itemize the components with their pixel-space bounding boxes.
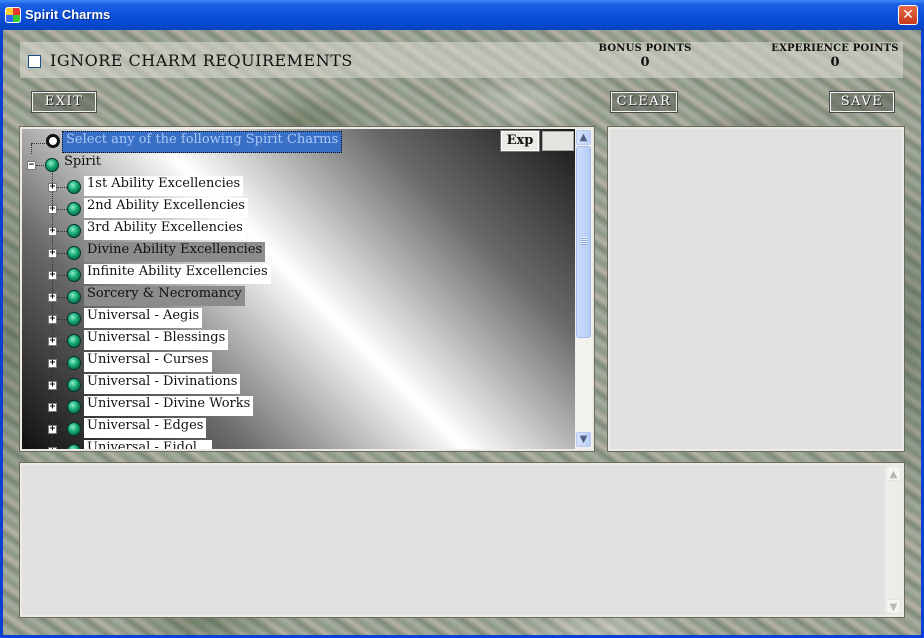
tree-connector — [31, 143, 47, 144]
tree-item[interactable]: Universal - Divine Works — [84, 396, 254, 416]
expand-icon[interactable]: + — [48, 183, 57, 192]
expand-icon[interactable]: + — [48, 293, 57, 302]
tree-header[interactable]: Select any of the following Spirit Charm… — [62, 131, 343, 153]
experience-points-value: 0 — [830, 55, 840, 70]
gem-icon — [67, 290, 81, 304]
experience-points: Experience Points 0 — [770, 43, 900, 70]
tree-connector — [31, 144, 32, 154]
tree-item[interactable]: Universal - Aegis — [84, 308, 203, 328]
scroll-up-icon[interactable]: ▲ — [576, 130, 591, 145]
tree-root-spirit[interactable]: Spirit — [61, 154, 104, 174]
tree-item[interactable]: Universal - Blessings — [84, 330, 229, 350]
client-area: Ignore Charm Requirements Bonus Points 0… — [3, 30, 921, 635]
ignore-requirements-checkbox[interactable] — [28, 55, 41, 68]
tree-connector — [57, 341, 67, 342]
bonus-points-value: 0 — [640, 55, 650, 70]
gem-icon — [67, 356, 81, 370]
tree-item[interactable]: Divine Ability Excellencies — [84, 242, 266, 262]
expand-icon[interactable]: + — [48, 425, 57, 434]
tree-item[interactable]: Infinite Ability Excellencies — [84, 264, 271, 284]
exp-button[interactable]: Exp — [500, 130, 540, 152]
select-radio-icon[interactable] — [46, 134, 60, 148]
close-button[interactable]: ✕ — [898, 5, 918, 25]
tree-connector — [57, 429, 67, 430]
tree-connector — [57, 187, 67, 188]
tree-item[interactable]: 1st Ability Excellencies — [84, 176, 244, 196]
ignore-requirements-label[interactable]: Ignore Charm Requirements — [50, 51, 353, 70]
scroll-down-icon[interactable]: ▼ — [886, 599, 901, 614]
expand-icon[interactable]: + — [48, 337, 57, 346]
options-bar: Ignore Charm Requirements Bonus Points 0… — [20, 42, 903, 78]
tree-item[interactable]: Universal - Edges — [84, 418, 207, 438]
expand-icon[interactable]: + — [48, 447, 57, 449]
gem-icon — [67, 202, 81, 216]
charm-details-panel[interactable] — [607, 126, 905, 452]
expand-icon[interactable]: + — [48, 271, 57, 280]
title-bar[interactable]: Spirit Charms ✕ — [0, 0, 924, 30]
experience-points-label: Experience Points — [771, 43, 899, 54]
close-icon: ✕ — [902, 7, 914, 23]
window-title: Spirit Charms — [25, 7, 111, 22]
tree-connector — [57, 385, 67, 386]
description-scrollbar[interactable]: ▲ ▼ — [885, 465, 902, 615]
gem-icon — [67, 246, 81, 260]
clear-button[interactable]: Clear — [610, 91, 678, 113]
charm-tree[interactable]: Select any of the following Spirit Charm… — [19, 126, 595, 452]
tree-item[interactable]: 2nd Ability Excellencies — [84, 198, 248, 218]
tree-scrollbar[interactable]: ▲ ▼ — [575, 129, 592, 449]
bonus-points: Bonus Points 0 — [595, 43, 695, 70]
description-panel[interactable]: ▲ ▼ — [19, 462, 905, 618]
gem-icon — [67, 378, 81, 392]
grip-icon — [581, 237, 587, 245]
charm-tree-content: Select any of the following Spirit Charm… — [22, 129, 574, 449]
tree-item[interactable]: Universal - Divinations — [84, 374, 241, 394]
app-icon — [5, 7, 21, 23]
exit-button[interactable]: Exit — [31, 91, 97, 113]
expand-icon[interactable]: + — [48, 227, 57, 236]
tree-connector — [57, 209, 67, 210]
expand-icon[interactable]: + — [48, 205, 57, 214]
gem-icon — [67, 224, 81, 238]
scroll-thumb[interactable] — [576, 146, 591, 338]
expand-icon[interactable]: + — [48, 381, 57, 390]
scroll-down-icon[interactable]: ▼ — [576, 432, 591, 447]
save-button[interactable]: Save — [829, 91, 895, 113]
tree-item[interactable]: Sorcery & Necromancy — [84, 286, 245, 306]
scroll-up-icon[interactable]: ▲ — [886, 466, 901, 481]
gem-icon — [67, 180, 81, 194]
tree-connector — [57, 253, 67, 254]
gem-icon — [67, 422, 81, 436]
tree-connector — [57, 275, 67, 276]
tree-connector — [57, 231, 67, 232]
expand-icon[interactable]: + — [48, 403, 57, 412]
tree-connector — [57, 297, 67, 298]
bonus-points-label: Bonus Points — [598, 43, 692, 54]
tree-connector — [57, 319, 67, 320]
gem-icon — [67, 334, 81, 348]
tree-item[interactable]: Universal - Eidol... — [84, 440, 213, 449]
app-window: Spirit Charms ✕ Ignore Charm Requirement… — [0, 0, 924, 638]
gem-icon — [67, 400, 81, 414]
tree-connector — [57, 407, 67, 408]
tree-item[interactable]: 3rd Ability Excellencies — [84, 220, 246, 240]
expand-icon[interactable]: + — [48, 249, 57, 258]
gem-icon — [67, 312, 81, 326]
gem-icon — [67, 268, 81, 282]
exp-value-box[interactable] — [542, 131, 574, 151]
gem-icon — [67, 444, 81, 449]
gem-icon — [45, 158, 59, 172]
expand-icon[interactable]: + — [48, 315, 57, 324]
collapse-icon[interactable]: − — [27, 161, 36, 170]
expand-icon[interactable]: + — [48, 359, 57, 368]
tree-connector — [57, 363, 67, 364]
tree-item[interactable]: Universal - Curses — [84, 352, 212, 372]
